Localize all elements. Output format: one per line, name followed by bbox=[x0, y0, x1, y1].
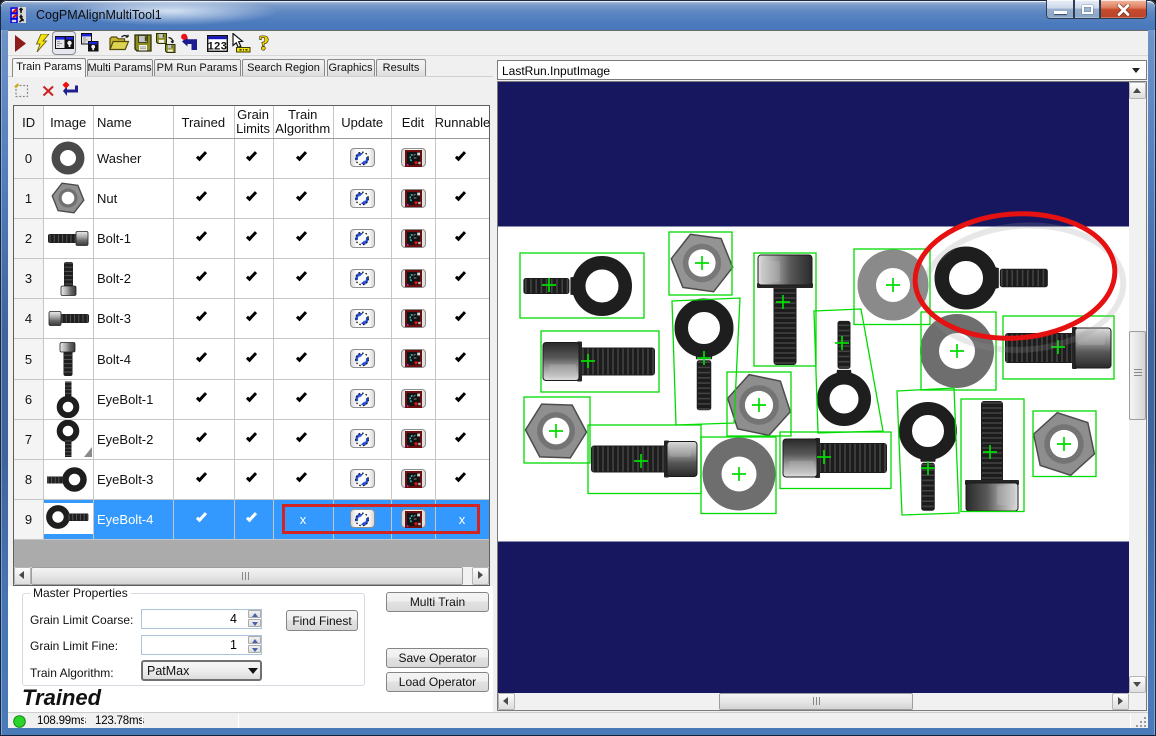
svg-text:123: 123 bbox=[208, 40, 228, 52]
svg-text:?: ? bbox=[259, 33, 270, 54]
